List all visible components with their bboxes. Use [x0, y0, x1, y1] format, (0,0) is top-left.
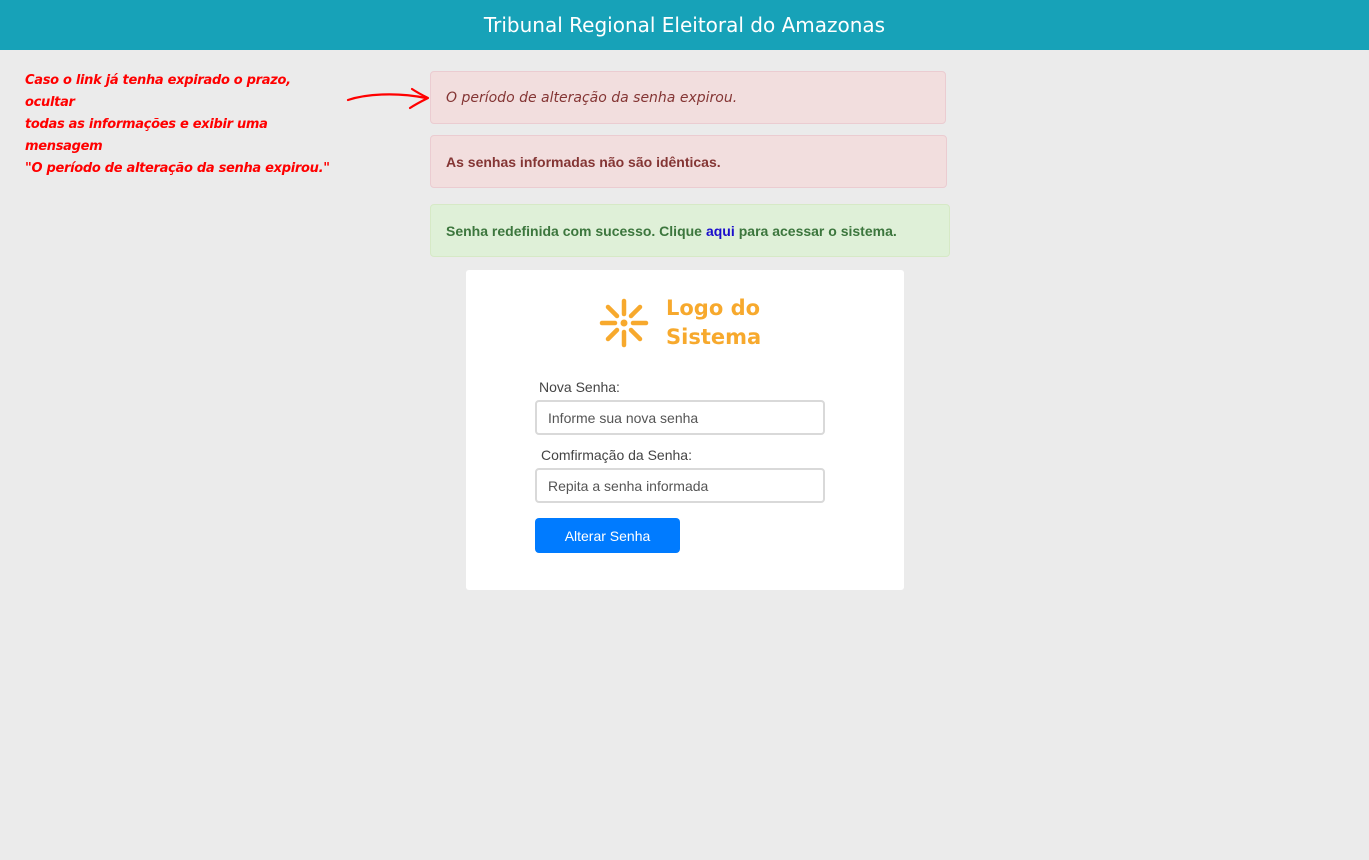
logo-text-line-1: Logo do — [666, 296, 761, 320]
logo-text: Logo do Sistema — [666, 294, 761, 352]
system-logo: Logo do Sistema — [598, 294, 761, 352]
logo-text-line-2: Sistema — [666, 325, 762, 349]
annotation-line-1: Caso o link já tenha expirado o prazo, o… — [25, 73, 291, 110]
alert-expired-text: O período de alteração da senha expirou. — [446, 89, 738, 106]
alert-success: Senha redefinida com sucesso. Clique aqu… — [430, 204, 950, 257]
access-system-link[interactable]: aqui — [706, 223, 735, 239]
alert-password-mismatch: As senhas informadas não são idênticas. — [430, 135, 947, 188]
alert-mismatch-text: As senhas informadas não são idênticas. — [446, 153, 721, 170]
header-title: Tribunal Regional Eleitoral do Amazonas — [483, 13, 886, 37]
annotation-line-3: "O período de alteração da senha expirou… — [25, 161, 330, 176]
alert-success-text-before: Senha redefinida com sucesso. Clique — [446, 222, 702, 239]
change-password-button[interactable]: Alterar Senha — [535, 518, 680, 553]
annotation-arrow-icon — [346, 87, 430, 110]
confirm-password-label: Comfirmação da Senha: — [541, 447, 692, 463]
app-header: Tribunal Regional Eleitoral do Amazonas — [0, 0, 1369, 50]
asterisk-sun-icon — [599, 298, 649, 348]
new-password-input[interactable] — [535, 400, 825, 435]
alert-success-text-after: para acessar o sistema. — [738, 222, 897, 239]
new-password-label: Nova Senha: — [539, 379, 620, 395]
annotation-line-2: todas as informações e exibir uma mensag… — [25, 117, 268, 154]
alert-expired: O período de alteração da senha expirou. — [430, 71, 946, 124]
annotation-note: Caso o link já tenha expirado o prazo, o… — [25, 70, 335, 180]
confirm-password-input[interactable] — [535, 468, 825, 503]
reset-password-card: Logo do Sistema Nova Senha: Comfirmação … — [466, 270, 904, 590]
